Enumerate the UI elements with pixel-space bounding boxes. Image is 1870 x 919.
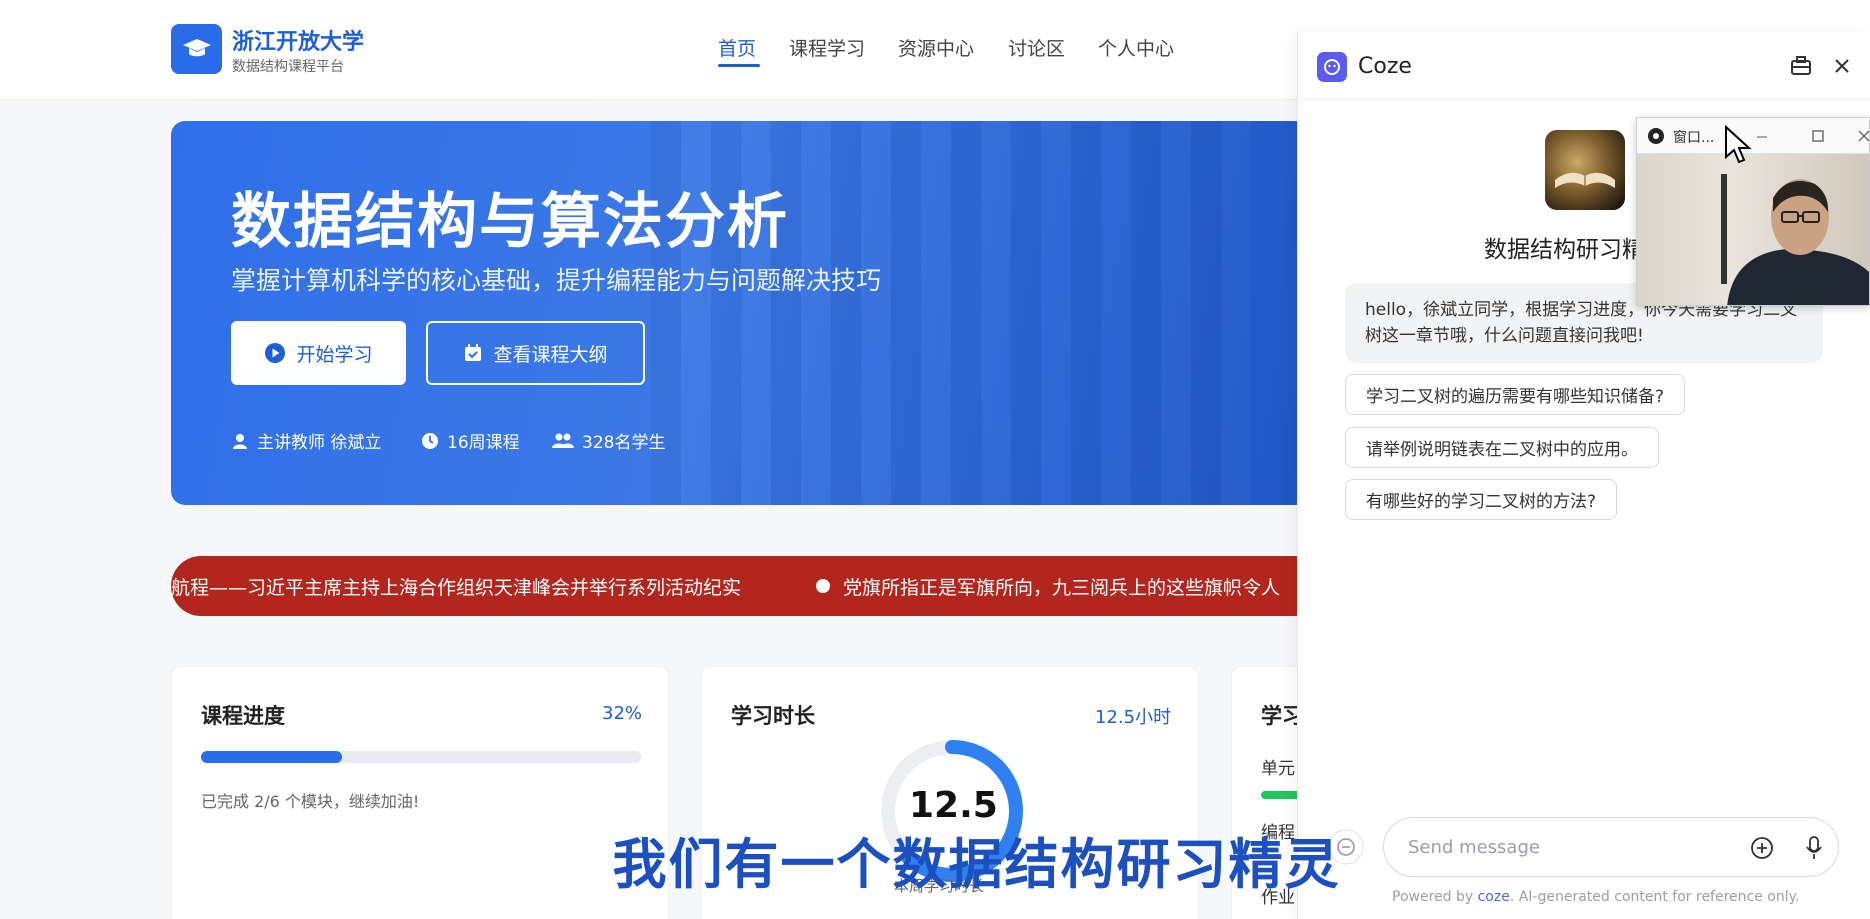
teacher-icon — [233, 433, 247, 449]
powered-by-note: Powered by coze. AI-generated content fo… — [1392, 889, 1799, 905]
minimize-icon[interactable] — [1755, 130, 1769, 144]
teacher-label: 主讲教师 徐斌立 — [257, 433, 382, 453]
ring-value: 12.5 — [909, 785, 998, 826]
message-input-box[interactable] — [1383, 817, 1839, 877]
hero-subtitle: 掌握计算机科学的核心基础，提升编程能力与问题解决技巧 — [231, 266, 882, 295]
message-input[interactable] — [1408, 834, 1728, 860]
card-title: 课程进度 — [201, 704, 285, 728]
nav-personal-center[interactable]: 个人中心 — [1098, 34, 1174, 61]
coze-brand-link[interactable]: coze — [1478, 889, 1510, 905]
ticker-item[interactable]: 党旗所指正是军旗所向，九三阅兵上的这些旗帜令人 — [843, 573, 1280, 600]
suggested-question[interactable]: 学习二叉树的遍历需要有哪些知识储备? — [1345, 374, 1686, 415]
view-syllabus-button[interactable]: 查看课程大纲 — [426, 321, 645, 385]
maximize-icon[interactable] — [1811, 129, 1825, 143]
weeks-info: 16周课程 — [421, 428, 520, 453]
site-title[interactable]: 浙江开放大学 — [232, 24, 364, 56]
coze-title: Coze — [1358, 54, 1412, 79]
webcam-feed — [1637, 154, 1869, 305]
suggested-question[interactable]: 请举例说明链表在二叉树中的应用。 — [1345, 427, 1659, 468]
app-icon — [1648, 128, 1664, 144]
students-label: 328名学生 — [582, 433, 666, 453]
suggested-question[interactable]: 有哪些好的学习二叉树的方法? — [1345, 479, 1618, 520]
progress-bar-fill — [201, 751, 342, 763]
weeks-label: 16周课程 — [447, 433, 520, 453]
nav-course-study[interactable]: 课程学习 — [789, 34, 865, 61]
students-info: 328名学生 — [552, 428, 665, 453]
nav-home[interactable]: 首页 — [718, 34, 756, 61]
add-attachment-icon[interactable] — [1750, 836, 1774, 860]
close-icon[interactable] — [1832, 56, 1852, 76]
task-coding: 编程 — [1261, 823, 1295, 843]
floating-video-window[interactable]: 窗口... — [1636, 117, 1870, 306]
course-progress-card: 课程进度 32% 已完成 2/6 个模块，继续加油! — [171, 666, 669, 919]
calendar-icon — [465, 344, 482, 361]
bot-avatar — [1545, 130, 1625, 210]
hero-banner: 数据结构与算法分析 掌握计算机科学的核心基础，提升编程能力与问题解决技巧 开始学… — [171, 121, 1331, 505]
view-syllabus-label: 查看课程大纲 — [493, 343, 608, 366]
clock-icon — [422, 432, 438, 449]
play-circle-icon — [265, 343, 286, 363]
task-unit: 单元 — [1261, 759, 1295, 779]
graduation-cap-icon[interactable] — [171, 24, 222, 74]
teacher-info: 主讲教师 徐斌立 — [231, 428, 381, 453]
progress-note: 已完成 2/6 个模块，继续加油! — [201, 792, 420, 811]
site-subtitle: 数据结构课程平台 — [232, 59, 344, 75]
study-time-value: 12.5小时 — [1095, 707, 1172, 728]
card-title: 学习时长 — [731, 704, 815, 728]
news-ticker[interactable]: 航程——习近平主席主持上海合作组织天津峰会并举行系列活动纪实 党旗所指正是军旗所… — [171, 556, 1331, 616]
nav-resource-center[interactable]: 资源中心 — [898, 34, 974, 61]
coze-header: Coze — [1298, 32, 1870, 100]
nav-active-indicator — [718, 64, 760, 67]
study-time-card: 学习时长 12.5小时 12.5 本周学习时长 — [701, 666, 1199, 919]
task-homework: 作业 — [1261, 888, 1295, 908]
ring-caption: 本周学习时长 — [894, 877, 985, 895]
ticker-bullet — [816, 579, 830, 593]
powered-by-suffix: . AI-generated content for reference onl… — [1509, 889, 1800, 905]
users-icon — [552, 433, 574, 448]
start-learning-button[interactable]: 开始学习 — [231, 321, 406, 385]
close-window-icon[interactable] — [1857, 129, 1870, 143]
briefcase-icon[interactable] — [1790, 55, 1812, 77]
nav-discussion[interactable]: 讨论区 — [1008, 34, 1065, 61]
ticker-item[interactable]: 航程——习近平主席主持上海合作组织天津峰会并举行系列活动纪实 — [171, 573, 741, 600]
video-window-titlebar[interactable]: 窗口... — [1637, 118, 1870, 154]
progress-percent: 32% — [602, 703, 643, 724]
microphone-icon[interactable] — [1804, 835, 1824, 861]
mouse-cursor-icon — [1725, 125, 1752, 164]
powered-by-prefix: Powered by — [1392, 889, 1478, 905]
new-chat-icon[interactable] — [1328, 829, 1364, 865]
progress-bar — [201, 751, 641, 763]
coze-logo-icon — [1317, 52, 1347, 82]
video-window-title: 窗口... — [1673, 130, 1715, 146]
page: 浙江开放大学 数据结构课程平台 首页 课程学习 资源中心 讨论区 个人中心 数据… — [0, 0, 1870, 919]
start-learning-label: 开始学习 — [296, 343, 373, 366]
hero-title: 数据结构与算法分析 — [231, 187, 789, 257]
